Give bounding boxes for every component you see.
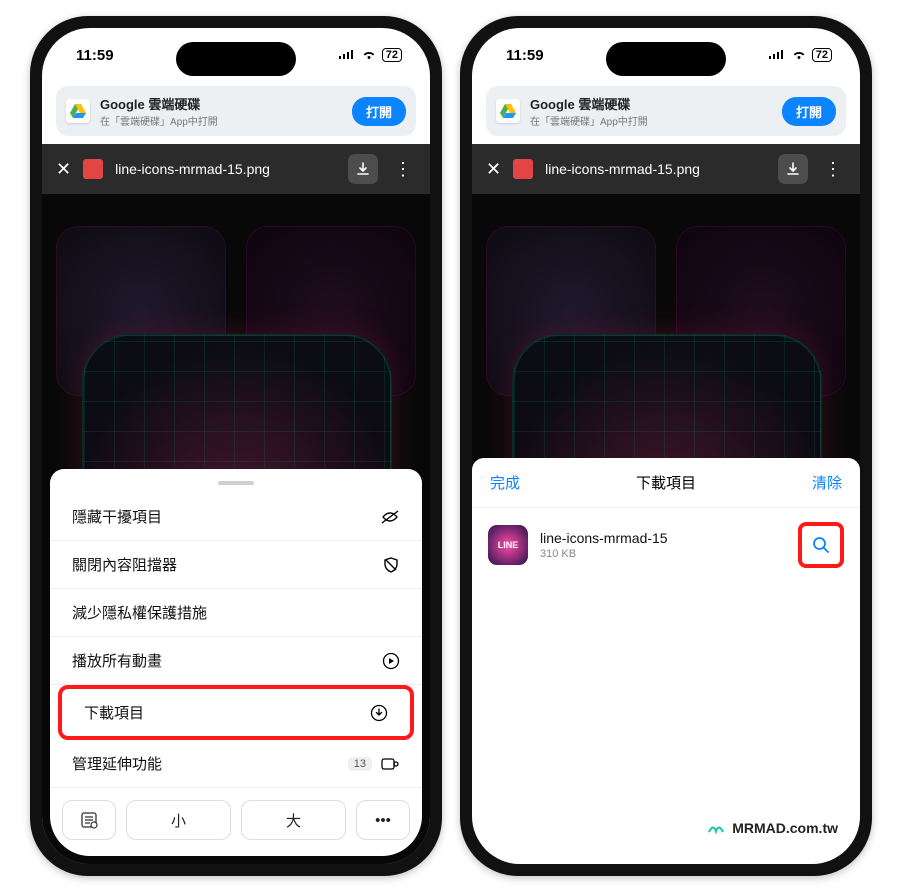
watermark-icon [706,818,726,838]
reader-button[interactable] [62,800,116,840]
menu-hide-distractions[interactable]: 隱藏干擾項目 [50,493,422,541]
extension-count-badge: 13 [348,757,372,771]
open-in-app-button[interactable]: 打開 [352,97,406,126]
text-size-large-button[interactable]: 大 [241,800,346,840]
status-battery: 72 [382,48,402,62]
phone-right: 11:59 72 Google 雲端硬碟 在「雲端硬碟」App中打開 打開 [460,16,872,876]
shield-off-icon [382,556,400,574]
status-time: 11:59 [506,47,544,64]
menu-disable-blockers[interactable]: 關閉內容阻擋器 [50,541,422,589]
text-size-small-button[interactable]: 小 [126,800,231,840]
google-drive-icon [496,99,520,123]
menu-manage-extensions[interactable]: 管理延伸功能 13 [50,740,422,788]
phone-left: 11:59 72 Google 雲端硬碟 在「雲端硬碟」App中打開 打開 [30,16,442,876]
banner-subtitle: 在「雲端硬碟」App中打開 [100,113,218,128]
banner-title: Google 雲端硬碟 [100,94,218,113]
banner-subtitle: 在「雲端硬碟」App中打開 [530,113,648,128]
done-button[interactable]: 完成 [490,472,520,493]
download-item-size: 310 KB [540,548,668,560]
menu-play-animations[interactable]: 播放所有動畫 [50,637,422,685]
dynamic-island [606,42,726,76]
menu-reduce-privacy[interactable]: 減少隱私權保護措施 [50,589,422,637]
file-toolbar: ✕ line-icons-mrmad-15.png ⋮ [42,144,430,194]
downloads-title: 下載項目 [636,472,696,493]
download-button[interactable] [348,154,378,184]
file-name: line-icons-mrmad-15.png [115,161,336,177]
sheet-grabber[interactable] [218,481,254,485]
puzzle-icon [380,756,400,772]
aa-menu-sheet: 隱藏干擾項目 關閉內容阻擋器 減少隱私權保護措施 播放所有動畫 [50,469,422,856]
file-toolbar: ✕ line-icons-mrmad-15.png ⋮ [472,144,860,194]
downloads-sheet: 完成 下載項目 清除 LINE line-icons-mrmad-15 310 … [472,458,860,864]
more-icon[interactable]: ⋮ [390,159,416,180]
google-drive-icon [66,99,90,123]
signal-icon [768,49,786,61]
download-item[interactable]: LINE line-icons-mrmad-15 310 KB [472,508,860,582]
download-thumb: LINE [488,525,528,565]
search-icon [811,535,831,555]
more-options-button[interactable]: ••• [356,800,410,840]
close-icon[interactable]: ✕ [486,159,501,180]
wifi-icon [791,49,807,61]
dynamic-island [176,42,296,76]
open-in-drive-banner: Google 雲端硬碟 在「雲端硬碟」App中打開 打開 [56,86,416,136]
file-thumb-icon [83,159,103,179]
wifi-icon [361,49,377,61]
download-item-name: line-icons-mrmad-15 [540,530,668,546]
open-in-drive-banner: Google 雲端硬碟 在「雲端硬碟」App中打開 打開 [486,86,846,136]
eye-off-icon [380,509,400,525]
file-name: line-icons-mrmad-15.png [545,161,766,177]
screen-left: 11:59 72 Google 雲端硬碟 在「雲端硬碟」App中打開 打開 [42,28,430,864]
menu-downloads[interactable]: 下載項目 [62,689,410,736]
file-thumb-icon [513,159,533,179]
banner-title: Google 雲端硬碟 [530,94,648,113]
signal-icon [338,49,356,61]
open-in-app-button[interactable]: 打開 [782,97,836,126]
more-icon[interactable]: ⋮ [820,159,846,180]
download-button[interactable] [778,154,808,184]
status-time: 11:59 [76,47,114,64]
status-battery: 72 [812,48,832,62]
download-circle-icon [370,704,388,722]
downloads-header: 完成 下載項目 清除 [472,458,860,508]
play-icon [382,652,400,670]
downloads-highlight: 下載項目 [58,685,414,740]
bottom-tools: 小 大 ••• [50,788,422,842]
watermark: MRMAD.com.tw [706,818,838,838]
reader-icon [79,810,99,830]
clear-button[interactable]: 清除 [812,472,842,493]
reveal-in-files-button[interactable] [798,522,844,568]
screen-right: 11:59 72 Google 雲端硬碟 在「雲端硬碟」App中打開 打開 [472,28,860,864]
close-icon[interactable]: ✕ [56,159,71,180]
